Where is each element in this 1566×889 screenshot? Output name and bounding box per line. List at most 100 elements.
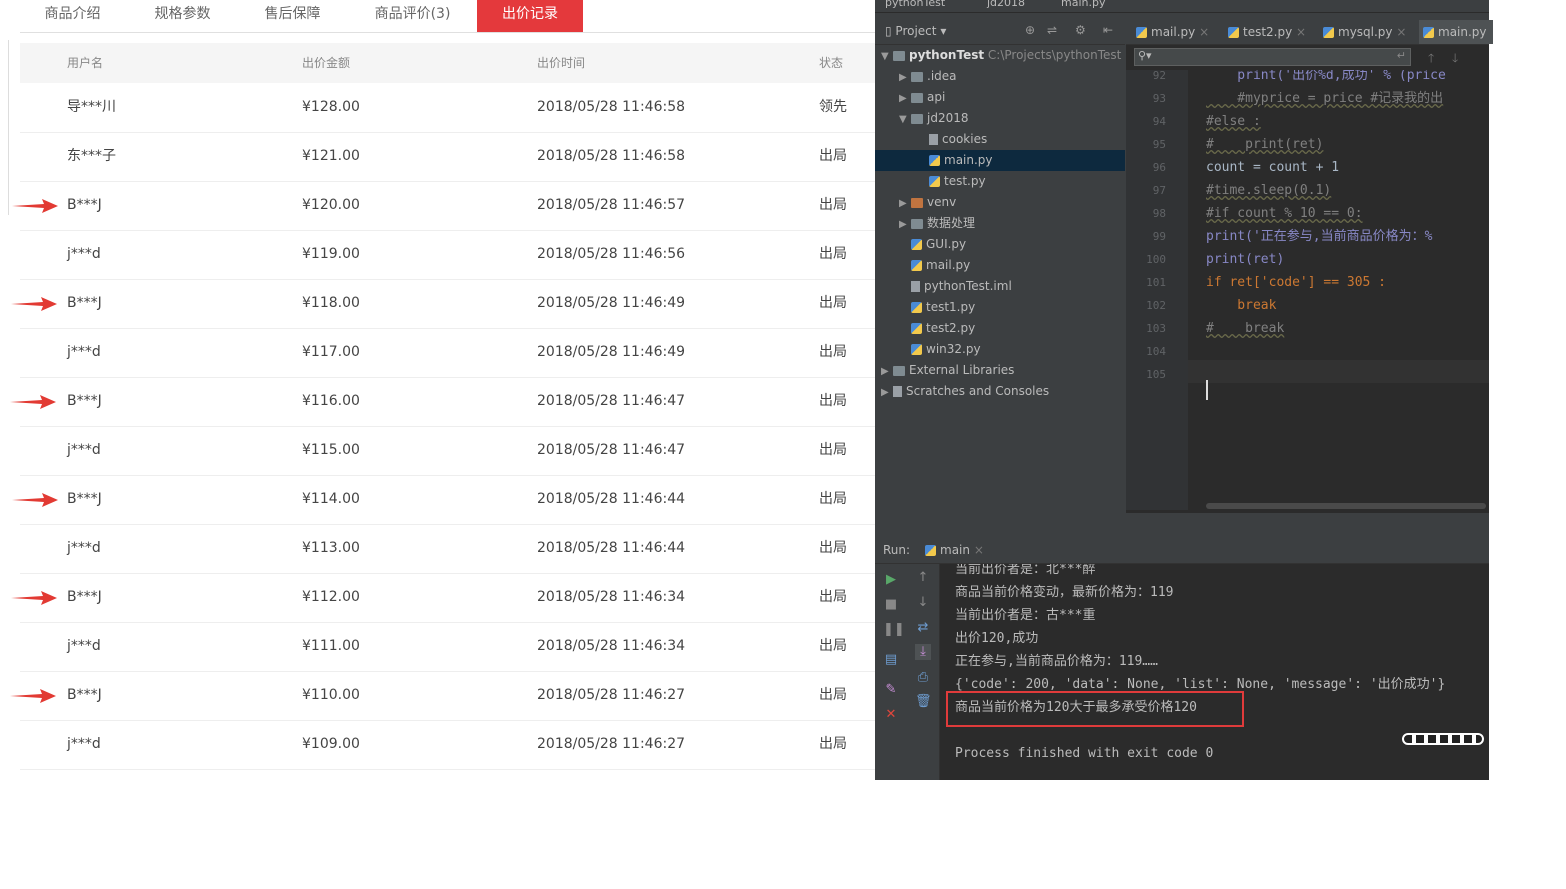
bid-record-page: 商品介绍 规格参数 售后保障 商品评价(3) 出价记录 用户名 出价金额 出价时…: [0, 0, 875, 889]
trash-icon[interactable]: 🗑: [915, 694, 932, 710]
chevron-right-icon[interactable]: ▶: [899, 67, 911, 88]
bid-amount: ¥110.00: [302, 687, 360, 703]
bid-amount: ¥111.00: [302, 638, 360, 654]
tree-item-gui-py[interactable]: GUI.py: [875, 234, 1125, 255]
tree-item-mail-py[interactable]: mail.py: [875, 255, 1125, 276]
tab-reviews[interactable]: 商品评价(3): [350, 0, 475, 32]
breadcrumb-project[interactable]: pythonTest: [885, 0, 945, 9]
tree-item-venv[interactable]: ▶ venv: [875, 192, 1125, 213]
project-view-selector[interactable]: ▯ Project ▾: [885, 24, 946, 38]
tab-product-intro[interactable]: 商品介绍: [20, 0, 125, 32]
console-line: 当前出价者是：古***重: [955, 608, 1096, 623]
pause-icon[interactable]: ❚❚: [883, 622, 905, 638]
tree-item-pythontest[interactable]: ▼ pythonTest C:\Projects\pythonTest: [875, 45, 1125, 66]
table-row: 导***川 ¥128.00 2018/05/28 11:46:58 领先: [20, 83, 875, 133]
tree-item-pythontest-iml[interactable]: pythonTest.iml: [875, 276, 1125, 297]
tree-item-scratches-and-consoles[interactable]: ▶ Scratches and Consoles: [875, 381, 1125, 402]
bid-status: 出局: [819, 295, 847, 311]
tab-test2-py[interactable]: test2.py ×: [1224, 20, 1310, 44]
tab-main-py[interactable]: main.py: [1419, 20, 1493, 44]
col-time: 出价时间: [537, 56, 586, 70]
line-number: 93: [1152, 92, 1166, 105]
scroll-end-icon[interactable]: ⤓: [915, 644, 931, 660]
bid-status: 出局: [819, 638, 847, 654]
table-row: j***d ¥117.00 2018/05/28 11:46:49 出局: [20, 328, 875, 378]
bid-amount: ¥116.00: [302, 393, 360, 409]
scroll-indicator: [1402, 733, 1484, 745]
tab-mail-py[interactable]: mail.py ×: [1132, 20, 1213, 44]
gear-icon[interactable]: ⚙: [1075, 23, 1086, 37]
wrap-icon[interactable]: ⇄: [915, 620, 931, 636]
code-area[interactable]: print('出价%d,成功' % (price #myprice = pric…: [1206, 70, 1489, 510]
search-input[interactable]: ⚲▾ ↵: [1134, 48, 1411, 66]
layout-icon[interactable]: ▤: [883, 652, 899, 668]
bid-time: 2018/05/28 11:46:58: [537, 148, 686, 164]
arrow-up-icon[interactable]: 🡑: [1428, 49, 1434, 70]
tree-item-idea[interactable]: ▶ .idea: [875, 66, 1125, 87]
bid-amount: ¥128.00: [302, 99, 360, 115]
tree-item-label: api: [927, 90, 946, 104]
bid-table-header: 用户名 出价金额 出价时间 状态: [20, 43, 875, 83]
code-editor[interactable]: mail.py × test2.py × mysql.py × main.py …: [1126, 20, 1493, 513]
run-tab-main[interactable]: main ×: [925, 537, 984, 563]
print-icon[interactable]: ⎙: [915, 670, 931, 686]
pin-icon[interactable]: ✎: [883, 682, 899, 698]
tree-item-external-libraries[interactable]: ▶ External Libraries: [875, 360, 1125, 381]
hide-icon[interactable]: ⇤: [1103, 23, 1113, 37]
console-exit-line: Process finished with exit code 0: [955, 746, 1214, 761]
close-run-icon[interactable]: ✕: [883, 707, 899, 723]
python-file-icon: [929, 155, 940, 166]
tab-specs[interactable]: 规格参数: [130, 0, 235, 32]
folder-icon: [911, 197, 923, 208]
chevron-right-icon[interactable]: ▶: [899, 88, 911, 109]
close-icon[interactable]: ×: [1296, 25, 1306, 39]
tree-item-test1-py[interactable]: test1.py: [875, 297, 1125, 318]
project-icon: ▯: [885, 24, 896, 38]
arrow-up-icon[interactable]: ↑: [915, 570, 931, 586]
chevron-down-icon[interactable]: ▼: [881, 46, 893, 67]
table-row: B***J ¥116.00 2018/05/28 11:46:47 出局: [20, 377, 875, 427]
tree-item-test-py[interactable]: test.py: [875, 171, 1125, 192]
tab-bid-records[interactable]: 出价记录: [477, 0, 583, 32]
tree-item-main-py[interactable]: main.py: [875, 150, 1125, 171]
tree-item-win32-py[interactable]: win32.py: [875, 339, 1125, 360]
tab-after-sales[interactable]: 售后保障: [240, 0, 345, 32]
chevron-right-icon[interactable]: ▶: [881, 361, 893, 382]
chevron-right-icon[interactable]: ▶: [881, 382, 893, 403]
close-icon[interactable]: ×: [1396, 25, 1406, 39]
bid-status: 领先: [819, 99, 847, 115]
arrow-down-icon[interactable]: ↓: [915, 595, 931, 611]
locate-icon[interactable]: ⊕: [1025, 23, 1035, 37]
tab-mysql-py[interactable]: mysql.py ×: [1319, 20, 1410, 44]
tree-item-[interactable]: ▶ 数据处理: [875, 213, 1125, 234]
chevron-down-icon[interactable]: ▼: [899, 109, 911, 130]
arrow-down-icon[interactable]: 🡓: [1452, 49, 1458, 70]
bidder-name: j***d: [67, 736, 101, 752]
breadcrumb-file[interactable]: main.py: [1061, 0, 1105, 9]
python-file-icon: [1228, 27, 1239, 38]
close-icon[interactable]: ×: [974, 543, 984, 557]
breadcrumb: pythonTest jd2018 main.py: [875, 0, 1489, 13]
play-icon[interactable]: ▶: [883, 572, 899, 588]
collapse-icon[interactable]: ⇌: [1047, 23, 1057, 37]
code-line: # break: [1206, 321, 1285, 336]
code-line: #if count % 10 == 0:: [1206, 206, 1363, 221]
console-line: 当前出价者是：北***醉: [955, 564, 1096, 577]
tree-item-cookies[interactable]: cookies: [875, 129, 1125, 150]
code-line: #time.sleep(0.1): [1206, 183, 1332, 198]
line-number: 100: [1146, 253, 1166, 266]
tree-item-test2-py[interactable]: test2.py: [875, 318, 1125, 339]
console-output[interactable]: 当前出价者是：北***醉 商品当前价格变动，最新价格为：119 当前出价者是：古**…: [955, 564, 1489, 780]
stop-icon[interactable]: ■: [883, 597, 899, 613]
horizontal-scrollbar[interactable]: [1206, 503, 1486, 509]
bid-amount: ¥117.00: [302, 344, 360, 360]
python-file-icon: [929, 176, 940, 187]
folder-icon: [911, 92, 923, 103]
tree-item-api[interactable]: ▶ api: [875, 87, 1125, 108]
close-icon[interactable]: ×: [1199, 25, 1209, 39]
tree-item-jd2018[interactable]: ▼ jd2018: [875, 108, 1125, 129]
chevron-right-icon[interactable]: ▶: [899, 193, 911, 214]
bid-time: 2018/05/28 11:46:44: [537, 540, 686, 556]
breadcrumb-folder[interactable]: jd2018: [987, 0, 1025, 9]
chevron-right-icon[interactable]: ▶: [899, 214, 911, 235]
